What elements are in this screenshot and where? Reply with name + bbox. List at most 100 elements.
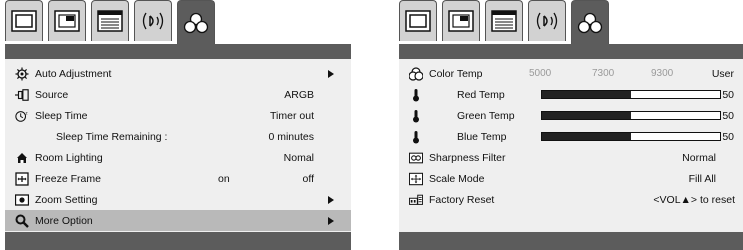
menu-item-sleep-time[interactable]: z Sleep Time Timer out — [5, 105, 351, 126]
display-tab-icon — [448, 10, 474, 32]
sharpness-filter-icon — [409, 151, 423, 165]
menu-item-label: Freeze Frame — [35, 172, 101, 185]
room-lighting-value: Nomal — [283, 151, 314, 164]
menu-item-label: Zoom Setting — [35, 193, 98, 206]
menu-item-red-temp[interactable]: Red Temp 50 — [399, 84, 743, 105]
menu-item-label: More Option — [35, 214, 93, 227]
menu-item-zoom-setting[interactable]: Zoom Setting — [5, 189, 351, 210]
submenu-arrow-icon — [328, 195, 334, 204]
tab-audio[interactable] — [134, 0, 172, 41]
tab-bar — [5, 0, 351, 44]
blue-temp-value: 50 — [722, 130, 734, 143]
menu-item-label: Red Temp — [457, 88, 505, 101]
menu-item-sharpness-filter[interactable]: Sharpness Filter Normal — [399, 147, 743, 168]
slider-fill — [542, 91, 631, 98]
menu-item-label: Source — [35, 88, 69, 101]
menu-item-room-lighting[interactable]: Room Lighting Nomal — [5, 147, 351, 168]
setup-tab-icon — [491, 10, 517, 32]
menu-item-label: Green Temp — [457, 109, 515, 122]
submenu-arrow-icon — [328, 69, 334, 78]
sleep-time-icon: z — [15, 109, 29, 123]
slider-fill — [542, 112, 631, 119]
menu-item-label: Scale Mode — [429, 172, 485, 185]
slider-fill — [542, 133, 631, 140]
room-lighting-icon — [15, 151, 29, 165]
menu-footer-bar — [5, 232, 351, 250]
svg-text:z: z — [26, 110, 28, 115]
tab-option[interactable] — [177, 0, 215, 44]
factory-reset-icon — [409, 193, 423, 207]
thermometer-icon — [409, 88, 423, 102]
tab-picture[interactable] — [5, 0, 43, 41]
menu-item-color-temp[interactable]: Color Temp 5000 7300 9300 User — [399, 63, 743, 84]
sleep-remaining-value: 0 minutes — [268, 130, 314, 143]
menu-item-label: Auto Adjustment — [35, 67, 112, 80]
picture-tab-icon — [405, 10, 431, 32]
red-temp-value: 50 — [722, 88, 734, 101]
freeze-frame-on-option[interactable]: on — [218, 173, 230, 185]
freeze-frame-icon — [15, 171, 29, 186]
setup-tab-icon — [97, 10, 123, 32]
menu-item-sleep-time-remaining: Sleep Time Remaining : 0 minutes — [5, 126, 351, 147]
auto-adjustment-icon — [15, 67, 29, 81]
menu-item-freeze-frame[interactable]: Freeze Frame on off — [5, 168, 351, 189]
tab-audio[interactable] — [528, 0, 566, 41]
tab-setup[interactable] — [91, 0, 129, 41]
menu-item-more-option[interactable]: More Option — [5, 210, 351, 231]
menu-header-bar — [399, 44, 743, 59]
menu-item-green-temp[interactable]: Green Temp 50 — [399, 105, 743, 126]
menu-item-scale-mode[interactable]: Scale Mode Fill All — [399, 168, 743, 189]
color-temp-selected-value[interactable]: User — [712, 68, 734, 80]
color-temp-option-5000[interactable]: 5000 — [529, 68, 551, 79]
source-value: ARGB — [284, 88, 314, 101]
audio-tab-icon — [142, 12, 164, 30]
menu-item-source[interactable]: Source ARGB — [5, 84, 351, 105]
menu-item-label: Color Temp — [429, 67, 483, 80]
red-temp-slider[interactable] — [541, 90, 721, 99]
menu-item-label: Factory Reset — [429, 193, 495, 206]
tab-option[interactable] — [571, 0, 609, 44]
menu-item-blue-temp[interactable]: Blue Temp 50 — [399, 126, 743, 147]
tab-picture[interactable] — [399, 0, 437, 41]
scale-mode-icon — [409, 172, 423, 186]
audio-tab-icon — [536, 12, 558, 30]
freeze-frame-off-option[interactable]: off — [303, 173, 314, 185]
factory-reset-hint: <VOL▲> to reset — [653, 193, 735, 206]
menu-header-bar — [5, 44, 351, 59]
scale-mode-value: Fill All — [688, 172, 716, 185]
sharpness-filter-value: Normal — [682, 151, 716, 164]
display-tab-icon — [54, 10, 80, 32]
main-osd-menu: Auto Adjustment Source ARGB z Sleep Time… — [5, 0, 351, 250]
more-option-icon — [15, 214, 29, 228]
tab-display[interactable] — [48, 0, 86, 41]
source-icon — [15, 88, 29, 102]
thermometer-icon — [409, 130, 423, 144]
menu-item-label: Sleep Time Remaining : — [56, 130, 168, 143]
menu-footer-bar — [399, 232, 743, 250]
submenu-arrow-icon — [328, 216, 334, 225]
menu-item-label: Sleep Time — [35, 109, 88, 122]
tab-bar — [399, 0, 743, 44]
sleep-time-value: Timer out — [270, 109, 314, 122]
menu-item-label: Blue Temp — [457, 130, 507, 143]
option-tab-icon — [577, 12, 603, 33]
green-temp-value: 50 — [722, 109, 734, 122]
more-option-osd-menu: Color Temp 5000 7300 9300 User Red Temp … — [399, 0, 743, 250]
tab-setup[interactable] — [485, 0, 523, 41]
zoom-setting-icon — [15, 193, 29, 207]
menu-item-label: Room Lighting — [35, 151, 103, 164]
menu-item-factory-reset[interactable]: Factory Reset <VOL▲> to reset — [399, 189, 743, 210]
color-temp-option-7300[interactable]: 7300 — [592, 68, 614, 79]
color-temp-option-9300[interactable]: 9300 — [651, 68, 673, 79]
thermometer-icon — [409, 109, 423, 123]
menu-item-label: Sharpness Filter — [429, 151, 506, 164]
picture-tab-icon — [11, 10, 37, 32]
blue-temp-slider[interactable] — [541, 132, 721, 141]
more-option-list: Color Temp 5000 7300 9300 User Red Temp … — [399, 59, 743, 232]
green-temp-slider[interactable] — [541, 111, 721, 120]
menu-item-auto-adjustment[interactable]: Auto Adjustment — [5, 63, 351, 84]
menu-list: Auto Adjustment Source ARGB z Sleep Time… — [5, 59, 351, 232]
tab-display[interactable] — [442, 0, 480, 41]
color-temp-icon — [409, 66, 423, 81]
option-tab-icon — [183, 12, 209, 33]
